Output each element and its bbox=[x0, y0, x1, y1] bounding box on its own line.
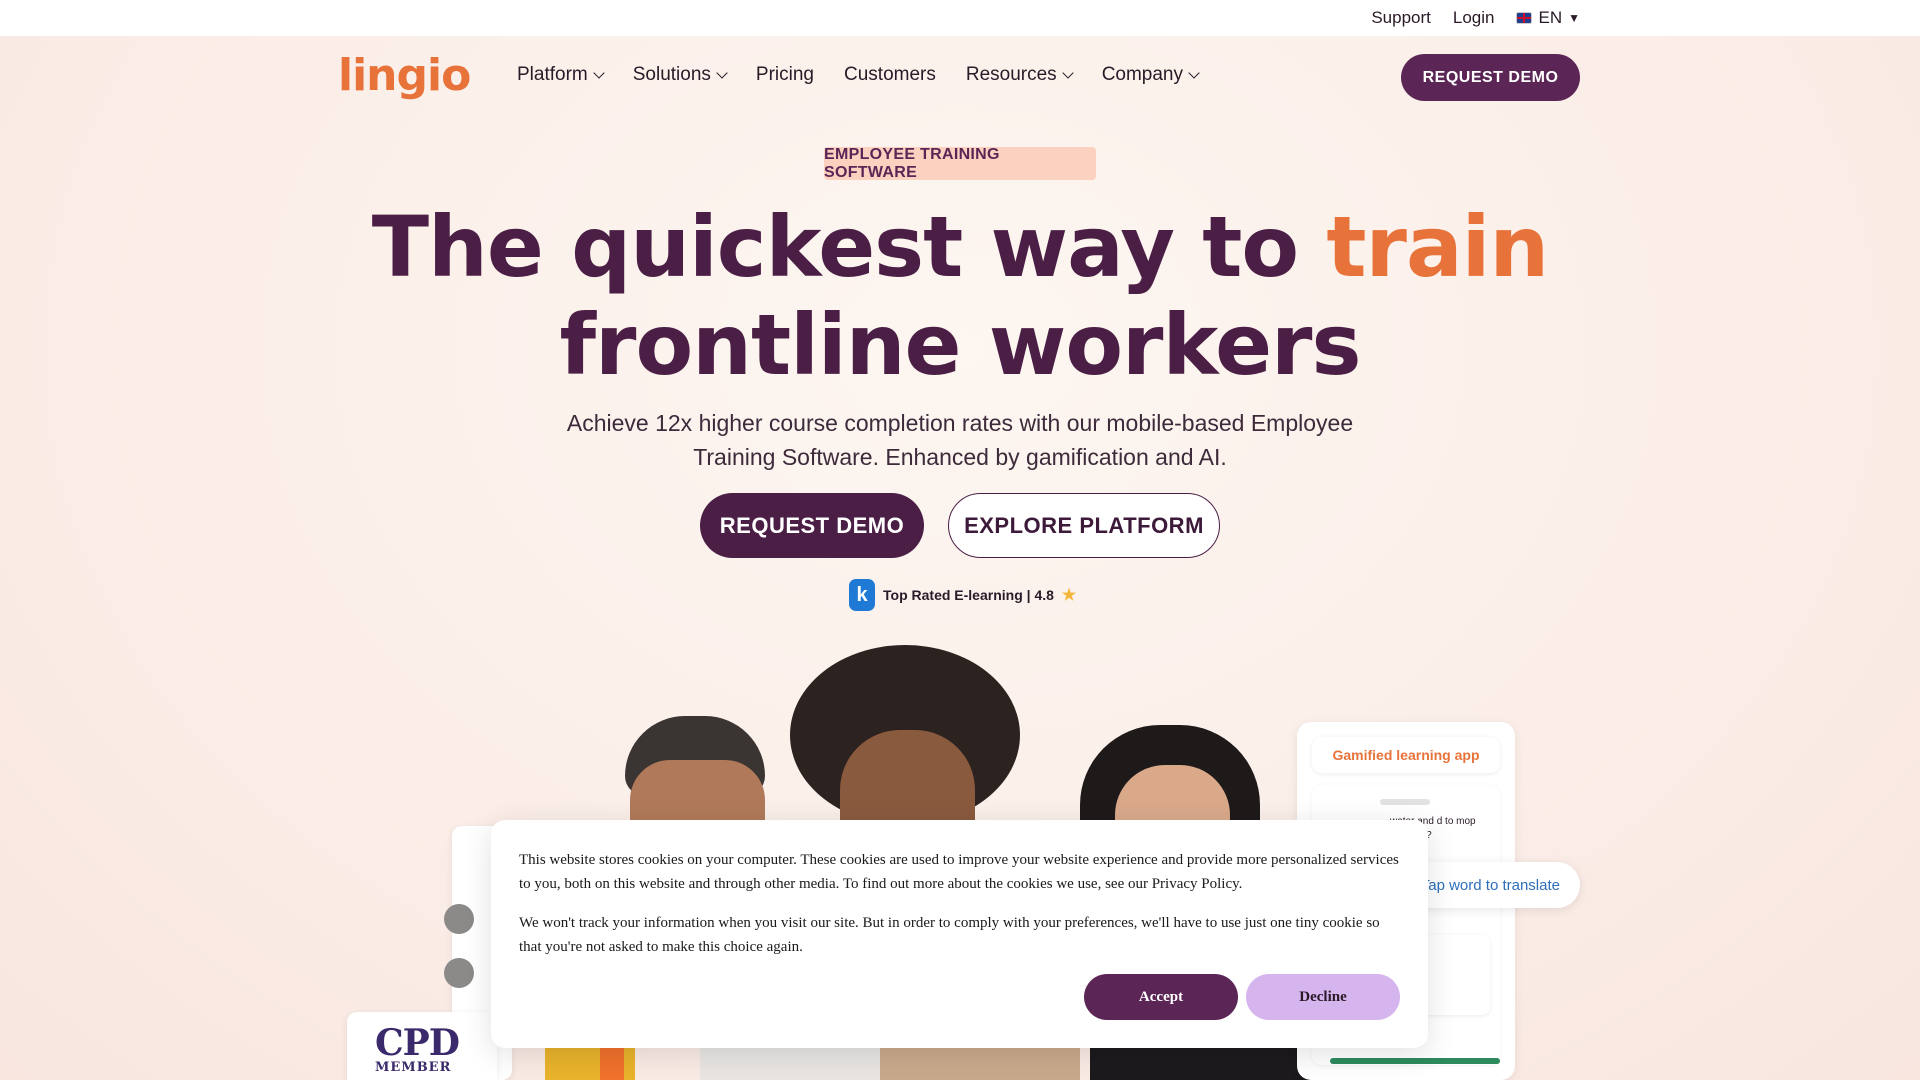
review-site-logo-icon: k bbox=[849, 579, 875, 611]
caret-down-icon: ▼ bbox=[1568, 11, 1580, 25]
cookie-buttons: Accept Decline bbox=[1084, 974, 1400, 1020]
cookie-accept-button[interactable]: Accept bbox=[1084, 974, 1238, 1020]
nav-item-label: Customers bbox=[844, 64, 936, 85]
nav-item-label: Resources bbox=[965, 64, 1057, 85]
cpd-member-text: MEMBER bbox=[375, 1060, 452, 1075]
support-link[interactable]: Support bbox=[1371, 8, 1431, 28]
avatar bbox=[444, 904, 474, 934]
cookie-text-1: This website stores cookies on your comp… bbox=[519, 852, 1399, 892]
category-badge: EMPLOYEE TRAINING SOFTWARE bbox=[824, 146, 1096, 181]
cookie-text-2: We won't track your information when you… bbox=[519, 915, 1380, 955]
app-label: Gamified learning app bbox=[1312, 737, 1500, 773]
main-navigation: lingio Platform Solutions Pricing Custom… bbox=[0, 36, 1920, 118]
language-selector[interactable]: EN ▼ bbox=[1516, 8, 1580, 28]
nav-item-company[interactable]: Company bbox=[1101, 64, 1200, 86]
language-label: EN bbox=[1538, 8, 1563, 27]
cpd-member-badge: CPD MEMBER bbox=[347, 1012, 497, 1080]
nav-item-pricing[interactable]: Pricing bbox=[756, 64, 814, 86]
chevron-down-icon bbox=[1062, 66, 1074, 79]
chevron-down-icon bbox=[716, 66, 728, 79]
headline-part2: frontline workers bbox=[559, 296, 1362, 394]
nav-request-demo-button[interactable]: REQUEST DEMO bbox=[1401, 54, 1580, 101]
cookie-banner: This website stores cookies on your comp… bbox=[491, 820, 1428, 1048]
nav-item-customers[interactable]: Customers bbox=[844, 64, 936, 86]
explore-platform-button[interactable]: EXPLORE PLATFORM bbox=[948, 493, 1220, 558]
chevron-down-icon bbox=[593, 66, 605, 79]
progress-bar bbox=[1380, 799, 1430, 805]
lingio-logo[interactable]: lingio bbox=[338, 50, 471, 101]
rating-badge[interactable]: k Top Rated E-learning | 4.8 ★ bbox=[849, 579, 1076, 611]
nav-item-label: Company bbox=[1101, 64, 1184, 85]
chevron-down-icon bbox=[1188, 66, 1200, 79]
uk-flag-icon bbox=[1516, 12, 1533, 24]
nav-item-platform[interactable]: Platform bbox=[517, 64, 605, 86]
nav-item-solutions[interactable]: Solutions bbox=[632, 64, 728, 86]
hero-headline: The quickest way to train frontline work… bbox=[360, 198, 1560, 394]
headline-accent: train bbox=[1326, 198, 1549, 296]
login-link[interactable]: Login bbox=[1453, 8, 1495, 28]
answer-bar bbox=[1330, 1058, 1500, 1064]
utility-bar: Support Login EN ▼ bbox=[0, 0, 1920, 36]
avatar bbox=[444, 958, 474, 988]
nav-item-label: Solutions bbox=[632, 64, 711, 85]
star-icon: ★ bbox=[1061, 587, 1077, 604]
nav-item-label: Pricing bbox=[755, 64, 814, 85]
cpd-logo-text: CPD bbox=[375, 1022, 460, 1064]
request-demo-button[interactable]: REQUEST DEMO bbox=[700, 493, 924, 558]
nav-item-label: Platform bbox=[517, 64, 588, 85]
hero-subtitle: Achieve 12x higher course completion rat… bbox=[566, 410, 1354, 470]
nav-item-resources[interactable]: Resources bbox=[965, 64, 1074, 86]
cookie-decline-button[interactable]: Decline bbox=[1246, 974, 1400, 1020]
headline-part1: The quickest way to bbox=[371, 198, 1327, 296]
rating-text: Top Rated E-learning | 4.8 bbox=[883, 587, 1054, 603]
nav-menu: Platform Solutions Pricing Customers Res… bbox=[517, 64, 1200, 86]
